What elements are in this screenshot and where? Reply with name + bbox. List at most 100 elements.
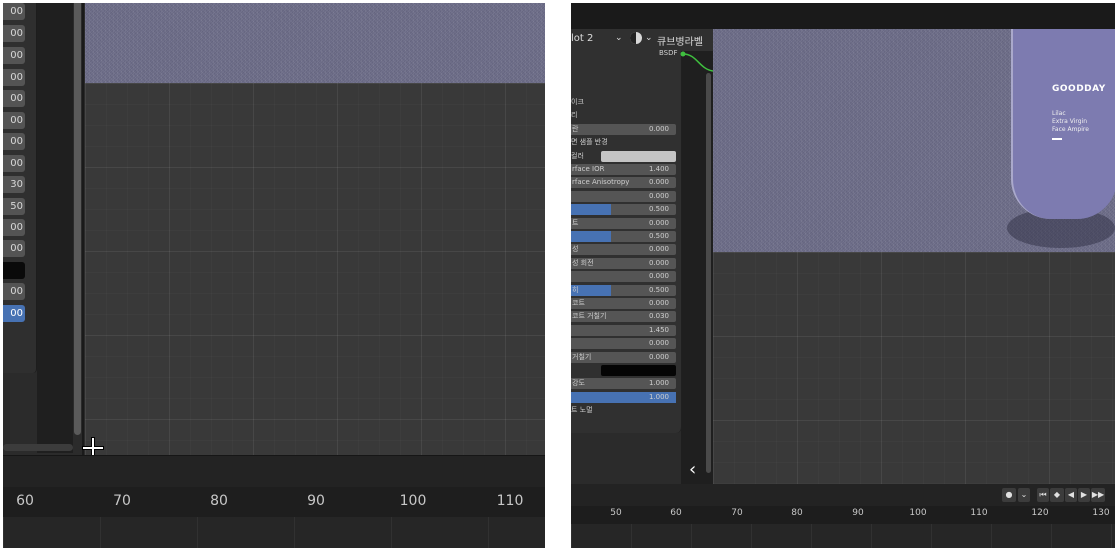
timeline-tick-label: 60 bbox=[16, 493, 34, 509]
product-line-1: Lilac bbox=[1052, 110, 1066, 117]
timeline-tick-label: 50 bbox=[610, 508, 622, 518]
horizontal-scrollbar[interactable] bbox=[3, 444, 73, 451]
node-row-value: 0.000 bbox=[648, 178, 669, 187]
value-field[interactable]: 00 bbox=[3, 25, 25, 42]
product-mark bbox=[1052, 138, 1062, 140]
node-field[interactable]: rface Anisotropy 0.000 bbox=[571, 177, 676, 189]
node-row-label: 거칠기 bbox=[572, 352, 592, 361]
value-field[interactable] bbox=[3, 262, 25, 279]
value-field[interactable]: 00 bbox=[3, 90, 25, 107]
value-field[interactable]: 00 bbox=[3, 47, 25, 64]
value-field[interactable]: 50 bbox=[3, 198, 25, 215]
node-row-value: 0.500 bbox=[648, 232, 669, 240]
node-row-label: rface Anisotropy bbox=[572, 178, 630, 187]
timeline-tick-label: 90 bbox=[307, 493, 325, 509]
node-row-value: 0.000 bbox=[648, 339, 669, 348]
node-row-value: 0.000 bbox=[648, 124, 669, 133]
timeline-track[interactable] bbox=[571, 524, 1115, 548]
value-field[interactable]: 00 bbox=[3, 155, 25, 172]
node-field[interactable]: 0.000 bbox=[571, 338, 676, 350]
timeline-tick-label: 90 bbox=[852, 508, 864, 518]
node-row-value: 0.000 bbox=[648, 191, 669, 200]
node-slider[interactable]: 1.000 bbox=[571, 391, 676, 403]
node-row-value: 0.000 bbox=[648, 245, 669, 254]
node-field[interactable]: rface IOR 1.400 bbox=[571, 164, 676, 175]
timeline-tick-label: 110 bbox=[496, 493, 524, 509]
node-field[interactable]: 코트 거칠기 0.030 bbox=[571, 311, 676, 323]
node-row-value: 0.000 bbox=[648, 299, 669, 307]
value-field[interactable]: 00 bbox=[3, 219, 25, 236]
node-field[interactable]: 0.000 bbox=[571, 271, 676, 283]
node-row-value: 0.000 bbox=[648, 352, 669, 361]
shading-sphere-icon[interactable] bbox=[629, 31, 643, 48]
value-field[interactable]: 30 bbox=[3, 176, 25, 193]
node-row-label: 강도 bbox=[572, 379, 585, 388]
chevron-down-icon[interactable]: ⌄ bbox=[645, 33, 653, 43]
viewport-grid[interactable] bbox=[713, 252, 1115, 484]
node-field[interactable]: 트 0.000 bbox=[571, 217, 676, 229]
node-row-label: 이크 bbox=[571, 98, 584, 106]
node-link-wire[interactable] bbox=[679, 51, 713, 75]
value-field[interactable]: 00 bbox=[3, 283, 25, 300]
keyframe-next-icon[interactable]: ▶▶ bbox=[1091, 488, 1105, 502]
node-row-value: 1.000 bbox=[648, 392, 669, 401]
node-field[interactable]: 성 회전 0.000 bbox=[571, 257, 676, 269]
chevron-down-icon[interactable]: ⌄ bbox=[1018, 488, 1030, 502]
node-row-value: 1.450 bbox=[648, 325, 669, 334]
node-field[interactable]: 코트 0.000 bbox=[571, 298, 676, 309]
timeline-tick-label: 110 bbox=[970, 508, 988, 518]
node-row-value: 0.500 bbox=[648, 285, 669, 294]
material-slot-selector[interactable]: lot 2 bbox=[571, 33, 593, 44]
node-slider[interactable]: 히 0.500 bbox=[571, 284, 676, 296]
value-field[interactable]: 00 bbox=[3, 240, 25, 257]
value-field[interactable]: 00 bbox=[3, 69, 25, 86]
node-slider[interactable]: 0.500 bbox=[571, 231, 676, 242]
record-button[interactable]: ● bbox=[1002, 488, 1016, 502]
collapse-chevron-icon[interactable]: ‹ bbox=[689, 459, 696, 480]
chevron-down-icon[interactable]: ⌄ bbox=[615, 33, 623, 43]
node-field[interactable]: 1.450 bbox=[571, 324, 676, 336]
product-line-3: Face Ampire bbox=[1052, 126, 1089, 133]
timeline-track[interactable] bbox=[3, 517, 545, 548]
node-scrollbar[interactable] bbox=[706, 73, 711, 473]
node-row-label: 성 bbox=[572, 245, 579, 254]
node-row-value: 1.000 bbox=[648, 379, 669, 388]
viewport-grid[interactable] bbox=[85, 83, 545, 455]
play-icon[interactable]: ▶ bbox=[1078, 488, 1090, 502]
slider-fill bbox=[571, 204, 611, 216]
play-reverse-icon[interactable]: ◀ bbox=[1065, 488, 1077, 502]
panel-gap bbox=[37, 3, 73, 453]
color-swatch[interactable] bbox=[601, 365, 676, 376]
render-preview bbox=[85, 3, 545, 83]
node-row-value: 0.000 bbox=[648, 272, 669, 281]
node-slider[interactable]: 0.500 bbox=[571, 204, 676, 216]
timeline-ruler[interactable] bbox=[3, 487, 545, 517]
value-field[interactable]: 00 bbox=[3, 3, 25, 20]
value-field[interactable]: 00 bbox=[3, 305, 25, 322]
node-field[interactable]: 성 0.000 bbox=[571, 244, 676, 256]
keyframe-prev-icon[interactable]: ◆ bbox=[1050, 488, 1064, 502]
node-field[interactable]: 란 0.000 bbox=[571, 123, 676, 135]
playback-bar bbox=[571, 484, 1115, 506]
timeline-tick-label: 60 bbox=[670, 508, 682, 518]
node-field[interactable]: 거칠기 0.000 bbox=[571, 351, 676, 363]
right-screenshot-panel: GOODDAY Lilac Extra Virgin Face Ampire l… bbox=[571, 3, 1115, 548]
node-row-label: 리 bbox=[571, 111, 578, 120]
node-field[interactable]: 0.000 bbox=[571, 190, 676, 202]
bsdf-output-label: BSDF bbox=[659, 49, 678, 57]
node-field[interactable]: 강도 1.000 bbox=[571, 378, 676, 390]
vertical-scrollbar[interactable] bbox=[74, 3, 81, 435]
node-row-value: 0.030 bbox=[648, 312, 669, 321]
value-field[interactable]: 00 bbox=[3, 112, 25, 129]
value-field[interactable]: 00 bbox=[3, 133, 25, 150]
timeline-tick-label: 100 bbox=[909, 508, 927, 518]
product-line-2: Extra Virgin bbox=[1052, 118, 1088, 125]
jump-start-icon[interactable]: ⏮ bbox=[1037, 488, 1049, 502]
node-row-label: 코트 bbox=[572, 299, 585, 307]
material-name[interactable]: 큐브병라벨 bbox=[657, 33, 703, 48]
node-row-label: 면 샘플 반경 bbox=[571, 138, 608, 147]
node-row-label: 트 bbox=[572, 218, 579, 227]
node-row-value: 1.400 bbox=[648, 165, 669, 173]
color-swatch[interactable] bbox=[601, 150, 676, 162]
node-row-label: 컬러 bbox=[571, 151, 584, 160]
